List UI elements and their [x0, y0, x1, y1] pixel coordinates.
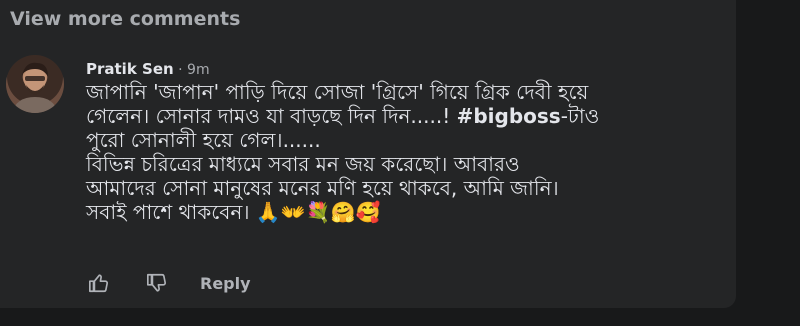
- comment-emojis: 🙏👐💐🤗🥰: [255, 200, 381, 224]
- comments-panel: View more comments Pratik Sen · 9m জাপান…: [0, 0, 736, 308]
- thumbs-down-icon: [147, 273, 166, 292]
- thumbs-up-icon: [89, 274, 108, 293]
- dislike-button[interactable]: [144, 270, 170, 296]
- avatar[interactable]: [6, 55, 64, 113]
- comment-actions: Reply: [86, 270, 251, 296]
- view-more-comments-link[interactable]: View more comments: [10, 8, 240, 30]
- comment-body: জাপানি 'জাপান' পাড়ি দিয়ে সোজা 'গ্রিসে'…: [86, 80, 686, 224]
- separator: ·: [173, 62, 188, 78]
- like-button[interactable]: [86, 270, 112, 296]
- comment-timestamp[interactable]: 9m: [187, 62, 210, 78]
- comment-author[interactable]: Pratik Sen: [86, 60, 174, 78]
- hashtag-link[interactable]: #bigboss: [457, 104, 561, 128]
- reply-button[interactable]: Reply: [200, 274, 251, 293]
- avatar-photo-icon: [12, 62, 58, 113]
- comment-header: Pratik Sen · 9m: [86, 60, 210, 78]
